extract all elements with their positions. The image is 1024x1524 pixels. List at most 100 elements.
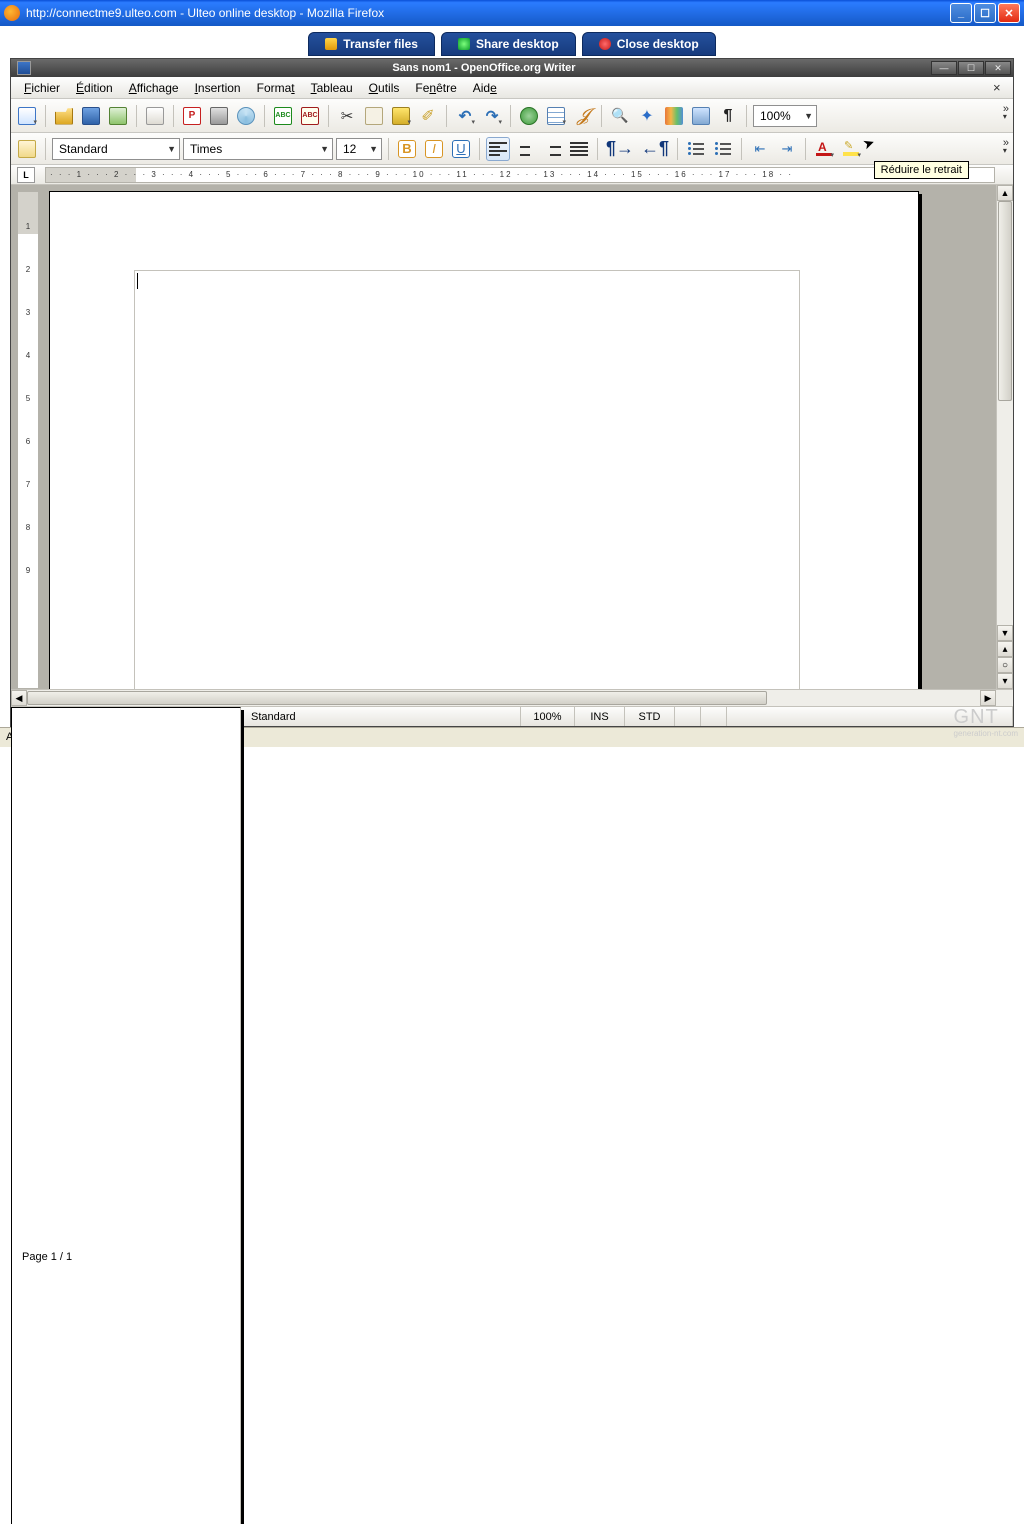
separator [741, 138, 742, 160]
menu-outils[interactable]: Outils [362, 79, 407, 97]
decrease-indent-button[interactable]: ⇤ [748, 137, 772, 161]
scroll-track[interactable] [997, 201, 1013, 625]
gallery-button[interactable] [662, 104, 686, 128]
font-color-button[interactable] [812, 137, 836, 161]
align-left-button[interactable] [486, 137, 510, 161]
oo-maximize-button[interactable]: ☐ [958, 61, 984, 75]
oo-minimize-button[interactable]: — [931, 61, 957, 75]
scroll-track[interactable] [27, 690, 980, 706]
prev-page-button[interactable]: ▴ [997, 641, 1013, 657]
autospell-button[interactable]: ABC [298, 104, 322, 128]
next-page-button[interactable]: ▾ [997, 673, 1013, 689]
dropdown-arrow-icon: ▼ [314, 144, 329, 154]
italic-button[interactable]: I [422, 137, 446, 161]
document-viewport[interactable] [39, 185, 996, 689]
bullet-list-button[interactable] [711, 137, 735, 161]
menu-tableau[interactable]: Tableau [304, 79, 360, 97]
horizontal-ruler[interactable]: · · · 1 · · · 2 · · · 3 · · · 4 · · · 5 … [45, 167, 995, 183]
ltr-button[interactable]: ¶→ [604, 137, 636, 161]
navigator-button[interactable]: ✦ [635, 104, 659, 128]
menu-fenetre[interactable]: Fenêtre [408, 79, 463, 97]
separator [805, 138, 806, 160]
menu-insertion[interactable]: Insertion [188, 79, 248, 97]
status-zoom[interactable]: 100% [521, 707, 575, 726]
oo-close-button[interactable]: ✕ [985, 61, 1011, 75]
align-right-button[interactable] [540, 137, 564, 161]
print-preview-button[interactable] [234, 104, 258, 128]
toolbar-overflow-button[interactable] [1003, 139, 1009, 155]
bold-button[interactable]: B [395, 137, 419, 161]
redo-button[interactable]: ↷ [480, 104, 504, 128]
numbered-list-button[interactable] [684, 137, 708, 161]
find-button[interactable]: 🔍 [608, 104, 632, 128]
text-frame[interactable] [134, 270, 800, 689]
vertical-scrollbar[interactable]: ▲ ▼ ▴ ○ ▾ [996, 185, 1013, 689]
spellcheck-button[interactable]: ABC [271, 104, 295, 128]
format-paintbrush-button[interactable]: ✐ [416, 104, 440, 128]
horizontal-scrollbar[interactable]: ◀ ▶ [11, 690, 1013, 706]
separator [136, 105, 137, 127]
paste-button[interactable] [389, 104, 413, 128]
status-page-style[interactable]: Standard [241, 707, 521, 726]
scroll-thumb[interactable] [27, 691, 767, 705]
share-desktop-tab[interactable]: Share desktop [441, 32, 576, 56]
new-button[interactable] [15, 104, 39, 128]
zoom-combo[interactable]: 100%▼ [753, 105, 817, 127]
underline-button[interactable]: U [449, 137, 473, 161]
copy-button[interactable] [362, 104, 386, 128]
increase-indent-button[interactable]: ⇥ [775, 137, 799, 161]
align-right-icon [543, 142, 561, 156]
status-page[interactable]: Page 1 / 1 [11, 707, 241, 1524]
underline-icon: U [452, 140, 470, 158]
export-pdf-button[interactable]: P [180, 104, 204, 128]
save-button[interactable] [79, 104, 103, 128]
scroll-down-button[interactable]: ▼ [997, 625, 1013, 641]
scroll-up-button[interactable]: ▲ [997, 185, 1013, 201]
menu-aide[interactable]: Aide [466, 79, 504, 97]
email-button[interactable] [106, 104, 130, 128]
transfer-files-tab[interactable]: Transfer files [308, 32, 435, 56]
tab-type-button[interactable]: L [17, 167, 35, 183]
align-center-button[interactable] [513, 137, 537, 161]
preview-icon [237, 107, 255, 125]
styles-button[interactable] [15, 137, 39, 161]
menu-affichage[interactable]: Affichage [122, 79, 186, 97]
close-desktop-tab[interactable]: Close desktop [582, 32, 716, 56]
paragraph-style-combo[interactable]: Standard▼ [52, 138, 180, 160]
scroll-left-button[interactable]: ◀ [11, 690, 27, 706]
minimize-button[interactable]: _ [950, 3, 972, 23]
nonprinting-button[interactable]: ¶ [716, 104, 740, 128]
show-draw-button[interactable]: 𝓙 [571, 104, 595, 128]
menu-fichier[interactable]: Fichier [17, 79, 67, 97]
scroll-right-button[interactable]: ▶ [980, 690, 996, 706]
status-insert-mode[interactable]: INS [575, 707, 625, 726]
font-name-combo[interactable]: Times▼ [183, 138, 333, 160]
open-button[interactable] [52, 104, 76, 128]
status-signature[interactable] [701, 707, 727, 726]
highlight-button[interactable] [839, 137, 863, 161]
hyperlink-button[interactable] [517, 104, 541, 128]
rtl-button[interactable]: ←¶ [639, 137, 671, 161]
status-modified[interactable] [675, 707, 701, 726]
toolbar-overflow-button[interactable] [1003, 105, 1009, 121]
datasources-button[interactable] [689, 104, 713, 128]
undo-button[interactable]: ↶ [453, 104, 477, 128]
print-button[interactable] [207, 104, 231, 128]
vertical-ruler[interactable]: 1 2 3 4 5 6 7 8 9 [17, 191, 39, 689]
status-selection-mode[interactable]: STD [625, 707, 675, 726]
document-close-button[interactable]: × [993, 80, 1007, 95]
scroll-thumb[interactable] [998, 201, 1012, 401]
maximize-button[interactable]: ☐ [974, 3, 996, 23]
nav-object-button[interactable]: ○ [997, 657, 1013, 673]
document-page[interactable] [49, 191, 919, 689]
font-size-combo[interactable]: 12▼ [336, 138, 382, 160]
menu-format[interactable]: Format [250, 79, 302, 97]
redo-icon: ↷ [486, 107, 499, 125]
menu-edition[interactable]: Édition [69, 79, 120, 97]
cut-button[interactable]: ✂ [335, 104, 359, 128]
close-button[interactable]: ✕ [998, 3, 1020, 23]
edit-file-button[interactable] [143, 104, 167, 128]
insert-table-button[interactable] [544, 104, 568, 128]
align-justify-button[interactable] [567, 137, 591, 161]
align-justify-icon [570, 142, 588, 156]
